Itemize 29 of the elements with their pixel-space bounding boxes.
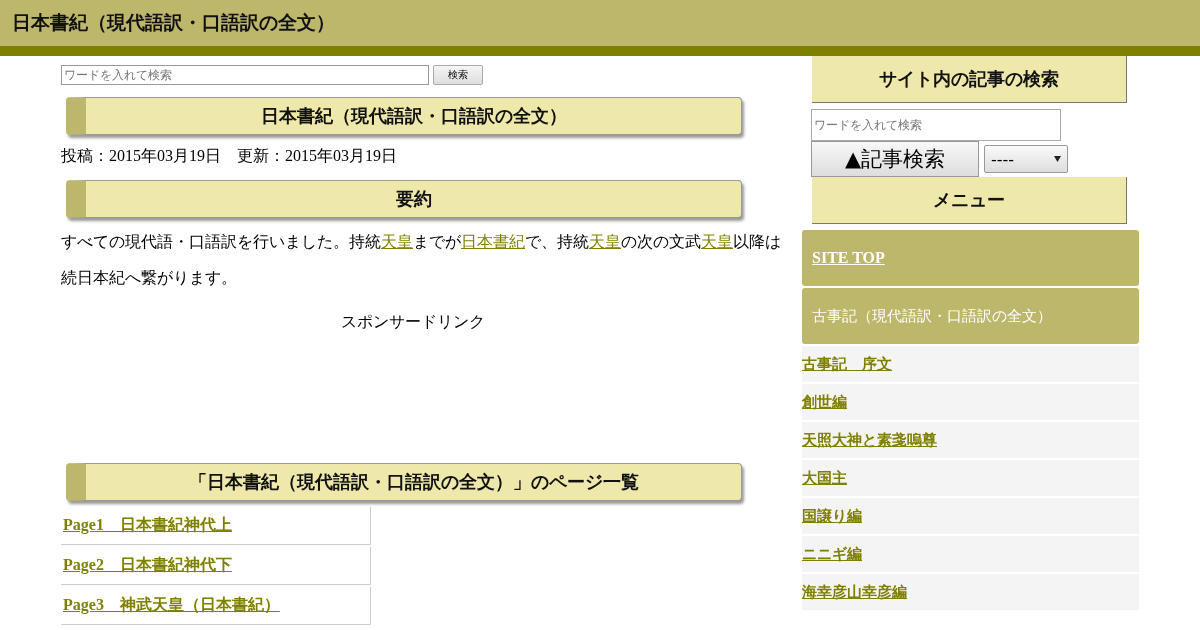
- menu-link[interactable]: 創世編: [802, 392, 847, 412]
- widget-heading: メニュー: [812, 177, 1127, 224]
- summary-text: すべての現代語・口語訳を行いました。持統天皇までが日本書紀で、持統天皇の次の文武天皇以降は続日本紀へ繋がります。: [61, 232, 782, 288]
- dropdown-arrow-icon: [1054, 156, 1061, 162]
- search-field[interactable]: ワードを入れて検索: [811, 109, 1061, 141]
- menu-link[interactable]: 大国主: [802, 468, 847, 488]
- sponsor-label: スポンサードリンク: [340, 312, 486, 332]
- category-select[interactable]: ----: [984, 145, 1068, 173]
- menu-link[interactable]: 古事記 序文: [802, 354, 892, 374]
- menu-link[interactable]: ニニギ編: [802, 544, 862, 564]
- search-field[interactable]: ワードを入れて検索: [61, 65, 429, 85]
- post-date: 投稿：2015年03月19日 更新：2015年03月19日: [61, 146, 398, 166]
- menu-link[interactable]: 国譲り編: [802, 506, 862, 526]
- section-heading: 要約: [66, 180, 742, 218]
- search-button[interactable]: ▲記事検索: [811, 141, 979, 177]
- page-link[interactable]: Page1 日本書紀神代上: [63, 515, 232, 536]
- search-button[interactable]: 検索: [433, 65, 483, 85]
- text-link[interactable]: 天皇: [701, 233, 733, 250]
- article-title: 日本書紀（現代語訳・口語訳の全文）: [66, 97, 742, 135]
- text-link[interactable]: 天皇: [589, 233, 621, 250]
- menu-link[interactable]: 海幸彦山幸彦編: [802, 582, 907, 602]
- menu-link[interactable]: 天照大神と素戔嗚尊: [802, 430, 937, 450]
- text-link[interactable]: 天皇: [381, 233, 413, 250]
- text-link[interactable]: 日本書紀: [461, 233, 525, 250]
- section-heading: 「日本書紀（現代語訳・口語訳の全文）」のページ一覧: [66, 463, 742, 501]
- page-link[interactable]: Page3 神武天皇（日本書紀）: [63, 595, 280, 616]
- site-title[interactable]: 日本書紀（現代語訳・口語訳の全文）: [12, 10, 335, 36]
- page-link[interactable]: Page2 日本書紀神代下: [63, 555, 232, 576]
- widget-heading: サイト内の記事の検索: [812, 56, 1127, 103]
